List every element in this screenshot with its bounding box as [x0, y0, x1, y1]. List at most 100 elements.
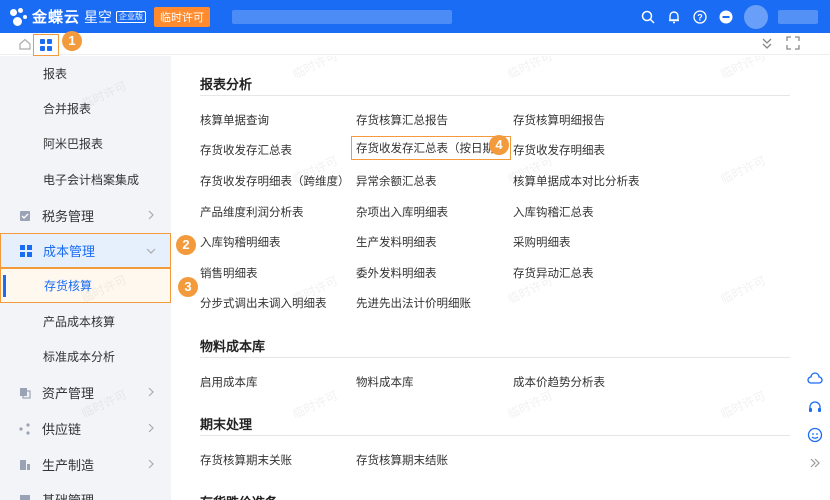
watermark: 临时许可: [290, 56, 340, 82]
report-link[interactable]: 核算单据查询: [200, 112, 269, 128]
main-content: 报表分析 核算单据查询 存货核算汇总报告 存货核算明细报告 存货收发存汇总表 存…: [171, 56, 801, 500]
supply-chain-icon: [18, 422, 32, 436]
fullscreen-icon[interactable]: [786, 36, 800, 53]
smiley-icon[interactable]: [806, 426, 824, 444]
report-link[interactable]: 入库钩稽汇总表: [513, 204, 594, 220]
chevron-down-icon: [146, 245, 156, 257]
sidebar-item-basic[interactable]: 基础管理: [0, 482, 171, 500]
chevron-right-icon: [147, 422, 157, 434]
step-marker-2: 2: [176, 235, 196, 255]
report-link-highlighted[interactable]: 存货收发存汇总表（按日期）: [351, 136, 511, 160]
report-link[interactable]: 销售明细表: [200, 265, 258, 281]
sidebar-item-label: 成本管理: [43, 244, 96, 259]
section-title-period-end: 期末处理: [200, 417, 253, 432]
floating-toolbar: [802, 370, 828, 472]
divider: [200, 435, 790, 436]
report-link[interactable]: 启用成本库: [200, 374, 258, 390]
divider: [200, 95, 790, 96]
watermark: 临时许可: [718, 153, 768, 187]
svg-text:?: ?: [697, 12, 703, 22]
sidebar-item-product-cost[interactable]: 产品成本核算: [0, 304, 171, 339]
more-icon[interactable]: [718, 9, 734, 25]
sidebar-item-amoeba-reports[interactable]: 阿米巴报表: [0, 126, 171, 161]
asset-icon: [18, 386, 32, 400]
report-link[interactable]: 存货收发存汇总表: [200, 142, 292, 158]
expand-right-icon[interactable]: [806, 454, 824, 472]
collapse-double-chevron-icon[interactable]: [760, 36, 774, 53]
report-link[interactable]: 存货异动汇总表: [513, 265, 594, 281]
sidebar-item-e-archive[interactable]: 电子会计档案集成: [0, 162, 171, 197]
sidebar: 报表 合并报表 阿米巴报表 电子会计档案集成 税务管理 成本管理 存货核算 产品…: [0, 56, 171, 500]
sidebar-item-label: 税务管理: [42, 209, 95, 224]
company-name-blurred[interactable]: [232, 9, 453, 24]
report-link[interactable]: 存货核算明细报告: [513, 112, 605, 128]
sidebar-item-manufacturing[interactable]: 生产制造: [0, 447, 171, 482]
report-link[interactable]: 分步式调出未调入明细表: [200, 295, 327, 311]
sidebar-item-label: 资产管理: [42, 386, 95, 401]
basic-icon: [18, 493, 32, 500]
sidebar-item-inventory-accounting[interactable]: 存货核算: [0, 268, 171, 303]
sidebar-item-label: 供应链: [42, 422, 82, 437]
report-link[interactable]: 成本价趋势分析表: [513, 374, 605, 390]
bell-icon[interactable]: [666, 9, 682, 25]
license-badge: 临时许可: [154, 6, 211, 27]
app-logo[interactable]: 金蝶云 星空 企业版: [10, 6, 147, 27]
report-link[interactable]: 存货收发存明细表: [513, 142, 605, 158]
report-link[interactable]: 存货核算汇总报告: [356, 112, 448, 128]
report-link[interactable]: 生产发料明细表: [356, 234, 437, 250]
report-link[interactable]: 存货核算期末结账: [356, 452, 448, 468]
section-title-report-analysis: 报表分析: [200, 77, 253, 92]
active-indicator: [3, 275, 6, 297]
app-menu-button[interactable]: [33, 34, 59, 56]
manufacturing-icon: [18, 458, 32, 472]
sidebar-item-label: 产品成本核算: [43, 315, 116, 329]
sidebar-item-label: 生产制造: [42, 458, 95, 473]
sidebar-item-standard-cost[interactable]: 标准成本分析: [0, 339, 171, 374]
report-link[interactable]: 委外发料明细表: [356, 265, 437, 281]
watermark: 临时许可: [290, 388, 340, 422]
report-link[interactable]: 异常余额汇总表: [356, 173, 437, 189]
step-marker-4: 4: [489, 135, 509, 155]
sidebar-item-cost[interactable]: 成本管理: [0, 233, 171, 268]
section-title-inventory-impairment: 存货跌价准备: [200, 492, 278, 500]
report-link[interactable]: 采购明细表: [513, 234, 571, 250]
headset-icon[interactable]: [806, 398, 824, 416]
cost-icon: [19, 244, 33, 258]
chevron-right-icon: [147, 458, 157, 470]
chevron-right-icon: [147, 386, 157, 398]
report-link[interactable]: 杂项出入库明细表: [356, 204, 448, 220]
report-link[interactable]: 产品维度利润分析表: [200, 204, 304, 220]
sidebar-item-tax[interactable]: 税务管理: [0, 198, 171, 233]
watermark: 临时许可: [505, 56, 555, 82]
step-marker-3: 3: [178, 277, 198, 297]
cloud-icon[interactable]: [806, 370, 824, 388]
brand-sub: 星空: [84, 8, 113, 25]
report-link[interactable]: 核算单据成本对比分析表: [513, 173, 640, 189]
tax-icon: [18, 209, 32, 223]
sidebar-item-label: 阿米巴报表: [43, 137, 104, 151]
sidebar-item-label: 基础管理: [42, 490, 94, 500]
home-icon[interactable]: [18, 37, 32, 51]
sidebar-item-consolidated-reports[interactable]: 合并报表: [0, 91, 171, 126]
sidebar-item-label: 报表: [43, 67, 68, 81]
watermark: 临时许可: [718, 388, 768, 422]
sidebar-item-assets[interactable]: 资产管理: [0, 375, 171, 410]
sidebar-item-supply-chain[interactable]: 供应链: [0, 411, 171, 446]
report-link[interactable]: 入库钩稽明细表: [200, 234, 281, 250]
sidebar-item-label: 合并报表: [43, 102, 92, 116]
report-link[interactable]: 物料成本库: [356, 374, 414, 390]
sidebar-item-reports[interactable]: 报表: [0, 56, 171, 91]
edition-badge: 企业版: [116, 10, 147, 23]
report-link[interactable]: 存货收发存明细表（跨维度）: [200, 173, 350, 189]
user-name-blurred[interactable]: [778, 9, 818, 24]
avatar[interactable]: [744, 4, 768, 29]
divider: [200, 357, 790, 358]
chevron-right-icon: [147, 209, 157, 221]
report-link[interactable]: 先进先出法计价明细账: [356, 295, 471, 311]
help-icon[interactable]: ?: [692, 9, 708, 25]
section-title-material-cost: 物料成本库: [200, 339, 266, 354]
search-icon[interactable]: [640, 9, 656, 25]
report-link[interactable]: 存货核算期末关账: [200, 452, 292, 468]
grid-icon: [40, 39, 52, 51]
watermark: 临时许可: [718, 273, 768, 307]
